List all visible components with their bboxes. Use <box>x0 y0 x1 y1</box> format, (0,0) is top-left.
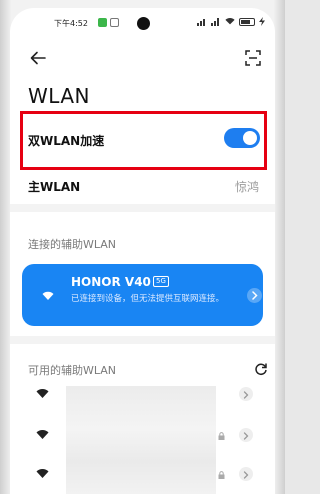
section-divider-2 <box>10 336 275 344</box>
wifi-icon <box>36 469 49 478</box>
chevron-right-icon[interactable] <box>239 387 253 401</box>
dual-wlan-toggle[interactable] <box>224 128 260 148</box>
device-frame: 下午4:52 WLAN 双WLAN加速 主WLAN 惊鸿 连接的辅助WLAN H… <box>0 0 285 494</box>
signal-icon <box>197 19 205 26</box>
section-divider <box>10 204 275 212</box>
dual-wlan-label: 双WLAN加速 <box>28 134 105 148</box>
wifi-icon <box>42 291 54 300</box>
front-camera <box>137 17 150 30</box>
back-arrow-icon[interactable] <box>28 48 48 68</box>
wifi-icon <box>36 389 49 398</box>
refresh-icon[interactable] <box>254 362 268 376</box>
connected-network-status: 已连接到设备，但无法提供互联网连接。 <box>71 294 225 304</box>
wifi-icon <box>36 430 49 439</box>
connected-network-name: HONOR V40 <box>71 275 151 289</box>
page-title: WLAN <box>28 84 91 108</box>
chevron-right-icon[interactable] <box>239 428 253 442</box>
status-icons <box>197 17 265 26</box>
band-badge: 5G <box>153 276 169 287</box>
signal-icon-2 <box>211 18 219 26</box>
notification-icon-2 <box>110 18 119 27</box>
available-network-row[interactable] <box>10 376 275 416</box>
lock-icon <box>218 471 225 479</box>
connected-section-title: 连接的辅助WLAN <box>28 238 117 251</box>
wifi-status-icon <box>225 18 235 25</box>
chevron-right-icon[interactable] <box>247 288 262 303</box>
charging-icon <box>259 17 265 26</box>
status-time: 下午4:52 <box>54 19 88 28</box>
available-network-row[interactable] <box>10 456 275 494</box>
connected-network-card[interactable]: HONOR V40 5G 已连接到设备，但无法提供互联网连接。 <box>22 264 263 326</box>
phone-screen: 下午4:52 WLAN 双WLAN加速 主WLAN 惊鸿 连接的辅助WLAN H… <box>10 8 275 494</box>
battery-icon <box>239 17 255 26</box>
available-network-row[interactable] <box>10 417 275 457</box>
main-wlan-value: 惊鸿 <box>234 180 259 194</box>
lock-icon <box>218 432 225 440</box>
toggle-knob <box>243 131 257 145</box>
scan-qr-icon[interactable] <box>245 50 261 66</box>
status-bar: 下午4:52 <box>10 8 275 34</box>
chevron-right-icon[interactable] <box>239 467 253 481</box>
notification-icon <box>98 18 107 27</box>
main-wlan-label[interactable]: 主WLAN <box>28 178 80 195</box>
